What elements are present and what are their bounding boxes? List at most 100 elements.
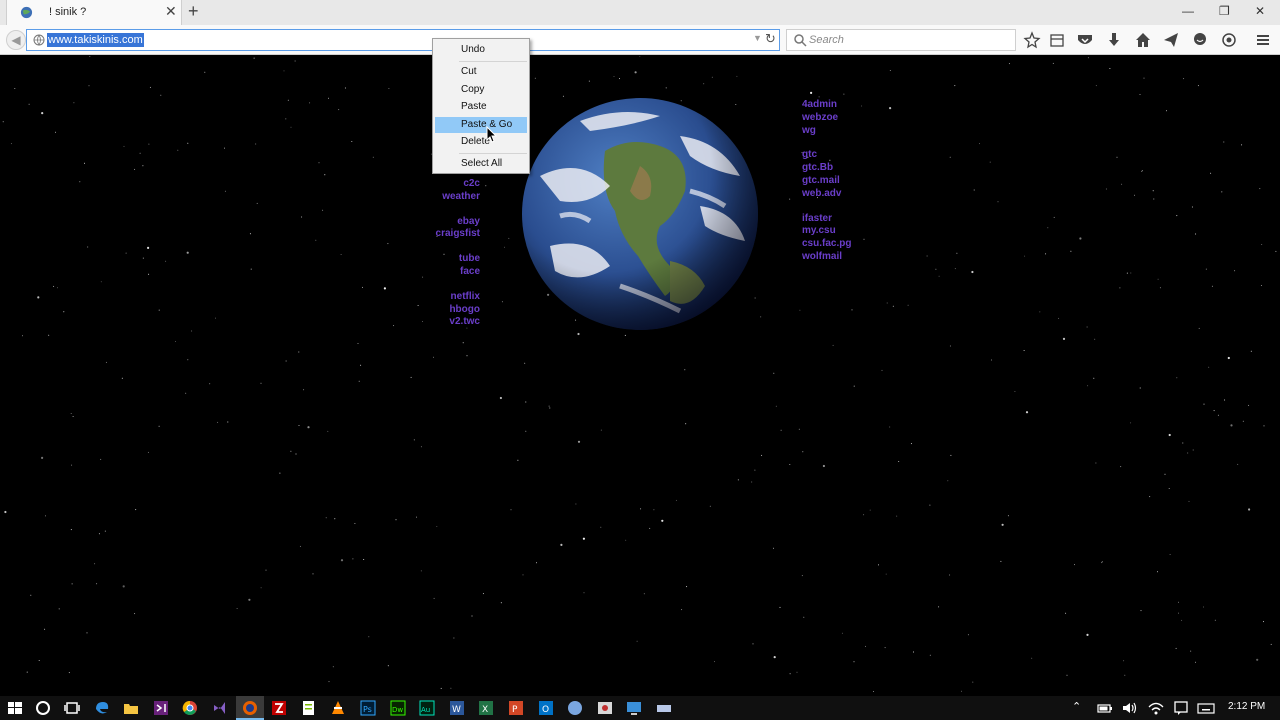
- outlook-icon[interactable]: O: [537, 699, 555, 717]
- close-tab-icon[interactable]: ✕: [165, 3, 177, 20]
- left-link-list: c2c weather ebay craigsfist tube face ne…: [400, 178, 480, 329]
- title-bar: ! sinik ? ✕ + — ❐ ✕: [0, 0, 1280, 25]
- link-v2-twc[interactable]: v2.twc: [400, 316, 480, 329]
- action-center-icon[interactable]: [1172, 699, 1190, 717]
- powerpoint-icon[interactable]: P: [507, 699, 525, 717]
- page-content: c2c weather ebay craigsfist tube face ne…: [0, 56, 1280, 692]
- snipping-tool-icon[interactable]: [596, 699, 614, 717]
- pocket-icon[interactable]: [1076, 31, 1094, 49]
- bookmark-star-icon[interactable]: [1023, 31, 1041, 49]
- dreamweaver-icon[interactable]: Dw: [389, 699, 407, 717]
- menu-item-paste[interactable]: Paste: [435, 99, 527, 115]
- url-history-dropdown-icon[interactable]: ▼: [753, 33, 762, 43]
- home-icon[interactable]: [1134, 31, 1152, 49]
- back-button[interactable]: ◀: [6, 30, 26, 50]
- link-ifaster[interactable]: ifaster: [802, 213, 892, 226]
- clock[interactable]: 2:12 PM: [1228, 701, 1265, 712]
- volume-icon[interactable]: [1121, 699, 1139, 717]
- new-tab-button[interactable]: +: [188, 1, 199, 22]
- windows-start-icon[interactable]: [6, 699, 24, 717]
- globe-icon: [20, 6, 33, 19]
- excel-icon[interactable]: X: [477, 699, 495, 717]
- downloads-icon[interactable]: [1105, 31, 1123, 49]
- vlc-icon[interactable]: [329, 699, 347, 717]
- earth-globe-image: [522, 98, 758, 330]
- link-face[interactable]: face: [400, 266, 480, 279]
- audition-icon[interactable]: Au: [418, 699, 436, 717]
- menu-item-copy[interactable]: Copy: [435, 82, 527, 98]
- link-tube[interactable]: tube: [400, 253, 480, 266]
- file-explorer-icon[interactable]: [122, 699, 140, 717]
- addon-icon[interactable]: [1220, 31, 1238, 49]
- svg-text:O: O: [542, 705, 549, 715]
- hello-chat-icon[interactable]: [1191, 31, 1209, 49]
- tab-title: ! sinik ?: [49, 6, 87, 18]
- minimize-icon[interactable]: —: [1182, 4, 1194, 18]
- photoshop-icon[interactable]: Ps: [359, 699, 377, 717]
- touch-keyboard-icon[interactable]: [1197, 699, 1215, 717]
- site-identity-icon[interactable]: [33, 34, 45, 46]
- task-view-icon[interactable]: [63, 699, 81, 717]
- link-netflix[interactable]: netflix: [400, 291, 480, 304]
- url-text[interactable]: www.takiskinis.com: [47, 33, 144, 47]
- mouse-cursor-icon: [486, 126, 498, 143]
- battery-icon[interactable]: [1096, 699, 1114, 717]
- browser-tab[interactable]: ! sinik ? ✕: [6, 0, 182, 25]
- link-hbogo[interactable]: hbogo: [400, 304, 480, 317]
- link-gtc-bb[interactable]: gtc.Bb: [802, 162, 892, 175]
- notepad-plus-plus-icon[interactable]: [300, 699, 318, 717]
- menu-item-paste-and-go[interactable]: Paste & Go: [435, 117, 527, 133]
- link-csu-fac-pg[interactable]: csu.fac.pg: [802, 238, 892, 251]
- menu-item-undo[interactable]: Undo: [435, 42, 527, 58]
- link-c2c[interactable]: c2c: [400, 178, 480, 191]
- word-icon[interactable]: W: [448, 699, 466, 717]
- link-ebay[interactable]: ebay: [400, 216, 480, 229]
- wifi-icon[interactable]: [1147, 699, 1165, 717]
- link-gtc-mail[interactable]: gtc.mail: [802, 175, 892, 188]
- search-box[interactable]: Search: [786, 29, 1016, 51]
- hamburger-menu-icon[interactable]: [1254, 31, 1272, 49]
- firefox-icon[interactable]: [241, 699, 259, 717]
- link-webzoe[interactable]: webzoe: [802, 112, 892, 125]
- menu-separator: [459, 153, 527, 154]
- svg-text:Au: Au: [421, 706, 430, 714]
- edge-browser-icon[interactable]: [93, 699, 111, 717]
- chrome-icon[interactable]: [181, 699, 199, 717]
- link-4admin[interactable]: 4admin: [802, 99, 892, 112]
- svg-text:P: P: [512, 705, 518, 715]
- cortana-search-icon[interactable]: [34, 699, 52, 717]
- visual-studio-2-icon[interactable]: [211, 699, 229, 717]
- url-context-menu: Undo Cut Copy Paste Paste & Go Delete Se…: [432, 38, 530, 174]
- send-tab-icon[interactable]: [1162, 31, 1180, 49]
- address-bar[interactable]: www.takiskinis.com ▼ ↻: [26, 29, 780, 51]
- link-wolfmail[interactable]: wolfmail: [802, 251, 892, 264]
- close-window-icon[interactable]: ✕: [1255, 4, 1265, 18]
- menu-separator: [459, 61, 527, 62]
- taskbar: Ps Dw Au W X P O ⌃ 2:12 PM: [0, 696, 1280, 720]
- svg-text:X: X: [482, 705, 488, 715]
- menu-item-delete[interactable]: Delete: [435, 134, 527, 150]
- navigation-bar: ◀ www.takiskinis.com ▼ ↻ Search: [0, 25, 1280, 55]
- filezilla-icon[interactable]: [270, 699, 288, 717]
- reload-icon[interactable]: ↻: [765, 31, 776, 47]
- visual-studio-icon[interactable]: [152, 699, 170, 717]
- svg-text:W: W: [452, 705, 461, 715]
- link-gtc[interactable]: gtc: [802, 149, 892, 162]
- link-my-csu[interactable]: my.csu: [802, 225, 892, 238]
- remote-desktop-icon[interactable]: [625, 699, 643, 717]
- link-wg[interactable]: wg: [802, 125, 892, 138]
- link-weather[interactable]: weather: [400, 191, 480, 204]
- keyboard-app-icon[interactable]: [655, 699, 673, 717]
- restore-icon[interactable]: ❐: [1219, 4, 1230, 18]
- bookmarks-menu-icon[interactable]: [1048, 31, 1066, 49]
- svg-text:Dw: Dw: [392, 706, 403, 714]
- link-web-adv[interactable]: web.adv: [802, 188, 892, 201]
- menu-item-cut[interactable]: Cut: [435, 64, 527, 80]
- show-hidden-icons-icon[interactable]: ⌃: [1072, 700, 1081, 713]
- network-globe-icon[interactable]: [566, 699, 584, 717]
- right-link-list: 4admin webzoe wg gtc gtc.Bb gtc.mail web…: [802, 99, 892, 264]
- svg-text:Ps: Ps: [363, 705, 372, 714]
- menu-item-select-all[interactable]: Select All: [435, 156, 527, 172]
- link-craigsfist[interactable]: craigsfist: [400, 228, 480, 241]
- search-placeholder: Search: [809, 34, 844, 46]
